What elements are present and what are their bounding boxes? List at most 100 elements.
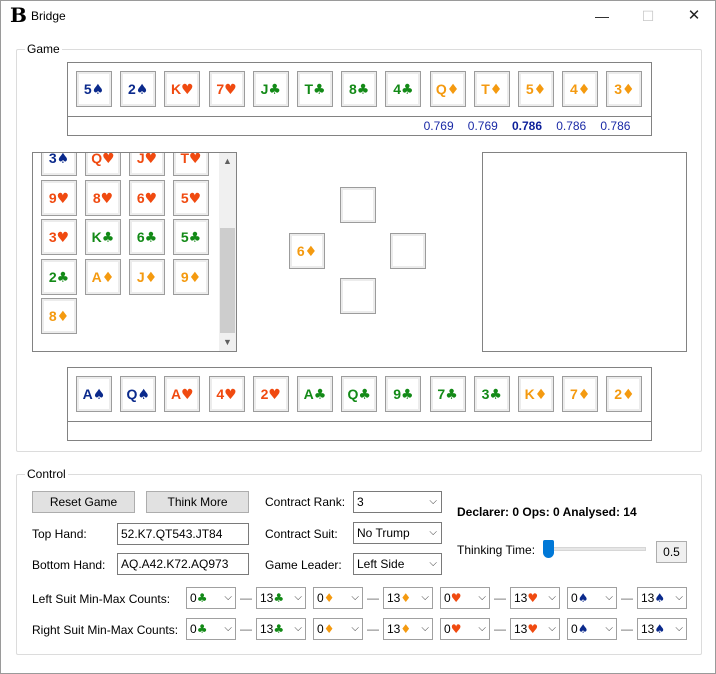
suit-count-select[interactable]: 0♦ ⌵	[313, 587, 363, 609]
suit-count-select[interactable]: 13♦ ⌵	[383, 618, 433, 640]
card-4-heart[interactable]: 4♥	[208, 376, 245, 412]
count-value: 0	[317, 591, 324, 605]
chevron-down-icon: ⌵	[429, 496, 437, 507]
card-rank: 6	[136, 189, 145, 206]
contract-suit-select[interactable]: No Trump ⌵	[353, 522, 442, 544]
card-9-diamond[interactable]: 9♦	[173, 258, 209, 295]
suit-count-select[interactable]: 13♣ ⌵	[256, 618, 306, 640]
count-value: 13	[514, 622, 528, 636]
card-a-heart[interactable]: A♥	[164, 376, 201, 412]
card-4-diamond[interactable]: 4♦	[562, 71, 599, 107]
card-9-club[interactable]: 9♣	[385, 376, 422, 412]
scroll-up-arrow[interactable]: ▲	[219, 153, 236, 170]
club-suit-icon: ♣	[196, 591, 208, 605]
card-a-club[interactable]: A♣	[297, 376, 333, 412]
card-7-heart[interactable]: 7♥	[208, 71, 245, 107]
bottom-hand-score-strip	[67, 421, 652, 441]
bottom-hand-input[interactable]: AQ.A42.K72.AQ973	[117, 553, 249, 575]
chevron-down-icon: ⌵	[429, 527, 437, 538]
card-3-heart[interactable]: 3♥	[41, 219, 77, 255]
card-7-diamond[interactable]: 7♦	[562, 376, 599, 412]
card-k-diamond[interactable]: K♦	[518, 376, 554, 412]
card-6-club[interactable]: 6♣	[129, 219, 165, 255]
card-8-diamond[interactable]: 8♦	[41, 298, 77, 334]
spade-suit-icon: ♠	[577, 591, 589, 605]
suit-count-select[interactable]: 13♠ ⌵	[637, 618, 687, 640]
card-q-heart[interactable]: Q♥	[85, 153, 121, 176]
thinking-time-track[interactable]	[544, 547, 646, 551]
card-rank: 4	[570, 81, 578, 97]
card-score: 0.769	[467, 119, 498, 133]
contract-rank-select[interactable]: 3 ⌵	[353, 491, 442, 513]
suit-count-select[interactable]: 0♣ ⌵	[186, 587, 236, 609]
thinking-time-label: Thinking Time:	[457, 543, 536, 557]
scroll-down-arrow[interactable]: ▼	[219, 334, 236, 351]
suit-count-select[interactable]: 13♥ ⌵	[510, 587, 560, 609]
card-3-diamond[interactable]: 3♦	[606, 71, 643, 107]
card-j-heart[interactable]: J♥	[129, 153, 165, 176]
card-rank: 5	[83, 81, 92, 97]
card-2-spade[interactable]: 2♠	[120, 71, 157, 107]
close-button[interactable]: ✕	[671, 1, 716, 31]
top-hand-input[interactable]: 52.K7.QT543.JT84	[117, 523, 249, 545]
card-a-spade[interactable]: A♠	[76, 376, 112, 412]
card-5-diamond[interactable]: 5♦	[518, 71, 554, 107]
card-6-heart[interactable]: 6♥	[129, 179, 165, 216]
card-j-diamond[interactable]: J♦	[129, 258, 165, 295]
card-4-club[interactable]: 4♣	[385, 71, 422, 107]
card-a-diamond[interactable]: A♦	[85, 258, 121, 295]
card-8-club[interactable]: 8♣	[341, 71, 378, 107]
suit-count-select[interactable]: 13♣ ⌵	[256, 587, 306, 609]
card-t-diamond[interactable]: T♦	[473, 71, 510, 107]
suit-count-select[interactable]: 0♦ ⌵	[313, 618, 363, 640]
card-j-club[interactable]: J♣	[252, 71, 289, 107]
diamond-suit-icon: ♦	[533, 82, 547, 98]
card-t-heart[interactable]: T♥	[173, 153, 209, 176]
card-7-club[interactable]: 7♣	[429, 376, 466, 412]
left-hand-scrollbar[interactable]: ▲ ▼	[219, 153, 236, 351]
heart-suit-icon: ♥	[144, 190, 158, 207]
card-5-heart[interactable]: 5♥	[173, 179, 209, 216]
thinking-time-slider[interactable]	[543, 540, 554, 558]
card-2-club[interactable]: 2♣	[41, 258, 77, 295]
count-value: 0	[317, 622, 324, 636]
card-q-club[interactable]: Q♣	[341, 376, 378, 412]
left-hand-list[interactable]: 3♠ Q♥ J♥ T♥ 9♥ 8♥ 6♥ 5♥ 3♥ K♣ 6♣ 5♣ 2♣ A♦ J♦ 9♦ 8♦ ▲ ▼	[32, 152, 237, 352]
think-more-button[interactable]: Think More	[146, 491, 249, 513]
card-t-club[interactable]: T♣	[297, 71, 333, 107]
card-5-spade[interactable]: 5♠	[76, 71, 112, 107]
diamond-suit-icon: ♦	[622, 387, 635, 403]
suit-count-select[interactable]: 0♠ ⌵	[567, 587, 617, 609]
card-3-spade[interactable]: 3♠	[41, 153, 77, 176]
suit-count-select[interactable]: 0♣ ⌵	[186, 618, 236, 640]
card-k-club[interactable]: K♣	[85, 219, 121, 255]
suit-count-select[interactable]: 0♠ ⌵	[567, 618, 617, 640]
maximize-button[interactable]: ☐	[625, 1, 671, 31]
card-2-heart[interactable]: 2♥	[252, 376, 289, 412]
suit-count-select[interactable]: 0♥ ⌵	[440, 618, 490, 640]
suit-count-select[interactable]: 13♥ ⌵	[510, 618, 560, 640]
suit-count-select[interactable]: 13♠ ⌵	[637, 587, 687, 609]
contract-suit-value: No Trump	[357, 526, 410, 540]
card-q-diamond[interactable]: Q♦	[429, 71, 466, 107]
card-2-diamond[interactable]: 2♦	[606, 376, 643, 412]
reset-game-button[interactable]: Reset Game	[32, 491, 135, 513]
club-suit-icon: ♣	[358, 387, 371, 403]
suit-count-select[interactable]: 13♦ ⌵	[383, 587, 433, 609]
card-8-heart[interactable]: 8♥	[85, 179, 121, 216]
scroll-thumb[interactable]	[220, 228, 235, 333]
diamond-suit-icon: ♦	[323, 591, 335, 605]
card-rank: 5	[525, 81, 534, 97]
game-leader-select[interactable]: Left Side ⌵	[353, 553, 442, 575]
card-9-heart[interactable]: 9♥	[41, 179, 77, 216]
card-5-club[interactable]: 5♣	[173, 219, 209, 255]
card-rank: 3	[48, 229, 57, 245]
minimize-button[interactable]: —	[579, 1, 625, 31]
card-q-spade[interactable]: Q♠	[120, 376, 157, 412]
suit-count-select[interactable]: 0♥ ⌵	[440, 587, 490, 609]
heart-suit-icon: ♥	[181, 387, 194, 403]
card-rank: A	[303, 386, 314, 402]
card-3-club[interactable]: 3♣	[473, 376, 510, 412]
count-value: 0	[571, 622, 578, 636]
card-k-heart[interactable]: K♥	[164, 71, 201, 107]
